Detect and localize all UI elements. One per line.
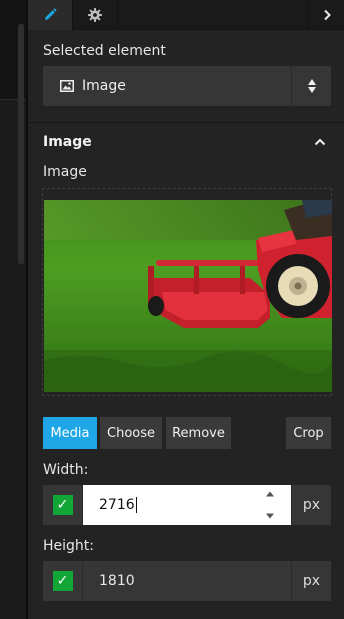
stepper-up-icon[interactable] (265, 490, 275, 498)
choose-button[interactable]: Choose (100, 417, 162, 449)
height-input[interactable]: 1810 (83, 561, 291, 601)
up-down-arrows-icon (291, 66, 331, 106)
lawn-mower-image (44, 200, 332, 392)
width-unit: px (291, 485, 331, 525)
width-stepper[interactable] (263, 490, 277, 520)
editor-panel: Selected element Image Image Image Media… (28, 0, 344, 619)
height-label: Height: (43, 538, 94, 554)
pencil-icon (43, 8, 57, 22)
collapse-panel-button[interactable] (308, 0, 344, 30)
image-field-label: Image (43, 164, 87, 180)
background-page (0, 0, 28, 619)
width-row: ✓ 2716 px (43, 485, 331, 525)
selected-element-label: Selected element (43, 43, 166, 59)
width-value: 2716 (99, 497, 135, 513)
media-button[interactable]: Media (43, 417, 97, 449)
image-section-title[interactable]: Image (43, 134, 92, 150)
checkmark-icon: ✓ (52, 571, 73, 591)
height-row: ✓ 1810 px (43, 561, 331, 601)
chevron-right-icon (322, 6, 332, 25)
image-preview[interactable] (42, 188, 332, 396)
selected-element-select[interactable]: Image (43, 66, 331, 106)
panel-tabs (28, 0, 344, 30)
tabs-spacer (118, 0, 308, 29)
checkmark-icon: ✓ (52, 495, 73, 515)
remove-button[interactable]: Remove (166, 417, 231, 449)
selected-element-value: Image (82, 78, 126, 94)
stepper-down-icon[interactable] (265, 512, 275, 520)
text-caret (135, 497, 137, 513)
height-enable-checkbox[interactable]: ✓ (43, 561, 83, 601)
image-icon (60, 77, 74, 96)
chevron-up-icon[interactable] (312, 134, 328, 150)
background-scrollbar[interactable] (18, 24, 24, 264)
tab-settings[interactable] (73, 0, 118, 30)
width-label: Width: (43, 462, 89, 478)
gear-icon (88, 8, 102, 22)
crop-button[interactable]: Crop (286, 417, 331, 449)
width-input[interactable]: 2716 (83, 485, 291, 525)
width-enable-checkbox[interactable]: ✓ (43, 485, 83, 525)
height-value: 1810 (99, 573, 135, 589)
tab-edit[interactable] (28, 0, 73, 30)
section-divider (28, 122, 344, 123)
height-unit: px (291, 561, 331, 601)
